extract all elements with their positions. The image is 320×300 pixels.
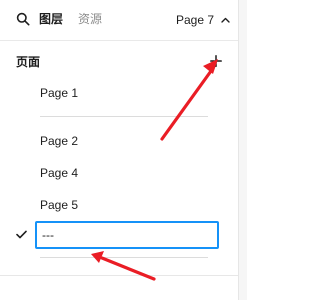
page-item-label: Page 1 xyxy=(40,86,79,100)
panel-header: 图层 资源 Page 7 xyxy=(0,0,238,41)
page-name-input[interactable] xyxy=(35,221,219,249)
tab-assets[interactable]: 资源 xyxy=(78,12,102,26)
scroll-area xyxy=(239,0,247,300)
page-switcher[interactable]: Page 7 xyxy=(176,9,230,31)
page-item-label: Page 4 xyxy=(40,166,79,180)
add-page-button[interactable] xyxy=(208,53,224,69)
page-item-label: Page 5 xyxy=(40,198,79,212)
page-item-label: Page 2 xyxy=(40,134,79,148)
plus-icon xyxy=(210,55,222,67)
page-list-divider xyxy=(40,257,208,258)
tab-layers[interactable]: 图层 xyxy=(39,12,63,26)
layers-panel: 图层 资源 Page 7 页面 Page 1 Page 2 Page 4 Pag… xyxy=(0,0,239,300)
chevron-up-icon xyxy=(221,17,230,23)
page-list-item[interactable]: Page 5 xyxy=(0,191,238,219)
search-icon[interactable] xyxy=(16,12,30,26)
page-list-item[interactable]: Page 2 xyxy=(0,127,238,155)
current-page-label: Page 7 xyxy=(176,13,215,27)
panel-bottom-divider xyxy=(0,275,238,276)
page-list-item[interactable]: Page 4 xyxy=(0,159,238,187)
page-list-item[interactable]: Page 1 xyxy=(0,79,238,107)
checkmark-icon xyxy=(16,230,27,239)
pages-section-title: 页面 xyxy=(16,55,41,69)
page-list-divider xyxy=(40,116,208,117)
